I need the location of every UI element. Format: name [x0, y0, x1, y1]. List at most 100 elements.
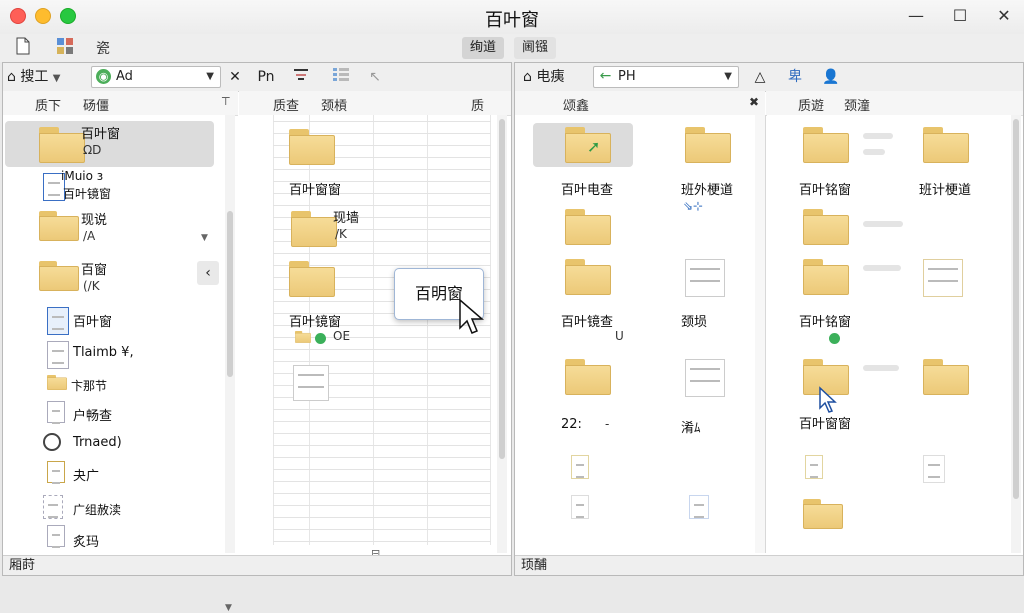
mid-scrollbar[interactable] [755, 115, 765, 553]
tree-item-name[interactable]: 百叶窗 [73, 311, 112, 330]
document-icon [923, 455, 945, 483]
right-nav-label: 电痍 [536, 69, 565, 85]
tree-item-name[interactable]: Tlaimb ¥, [73, 345, 134, 360]
folder-icon [39, 127, 85, 163]
file-name[interactable]: 现墙 [333, 207, 359, 226]
tree-item-name[interactable]: 户畅查 [73, 405, 112, 424]
file-name[interactable]: 百叶镜窗 [289, 311, 341, 330]
blind-slat [273, 121, 491, 122]
icon-label[interactable]: 淆ﾑ [681, 417, 701, 436]
left-nav-label: 搜工 [20, 69, 49, 85]
toolbar-text[interactable]: 瓷 [96, 38, 110, 58]
folder-icon [803, 209, 849, 245]
column-divider [765, 115, 766, 553]
new-file-icon[interactable] [12, 37, 34, 59]
tree-item-name[interactable]: iMuio з [61, 169, 103, 183]
tree-item-name[interactable]: 广组赦渎 [73, 501, 121, 518]
tree-scrollbar[interactable] [225, 115, 235, 553]
triangle-icon[interactable]: △ [751, 66, 769, 88]
icon-label[interactable]: 百叶镜查 [561, 311, 613, 330]
left-pane-toolbar: ⌂ 搜工 ▼ ◉ Ad ▼ ✕ Pn ↖ [3, 63, 511, 92]
tab-first[interactable]: 绚道 [462, 37, 505, 59]
blind-slat [273, 445, 491, 446]
close-column-icon[interactable]: ✖ [749, 95, 759, 109]
collapse-arrow-icon[interactable]: ‹ [197, 261, 219, 285]
blind-slat [273, 169, 491, 170]
header-col2[interactable]: 质遊 [798, 95, 824, 114]
header-col4[interactable]: 颈槓 [321, 95, 347, 114]
folder-icon [291, 211, 337, 247]
right-btn-b[interactable]: 卑 [783, 66, 807, 88]
tree-item-name[interactable]: Trnaed) [73, 435, 122, 450]
blurred-text [863, 265, 901, 271]
folder-icon [803, 499, 843, 529]
cursor-icon [459, 298, 485, 334]
maximize-icon[interactable]: ☐ [948, 5, 972, 27]
icon-grid-mid: ➚ 百叶电查 班外梗道 ⇘⊹ 百叶镜查 U 颈埙 22: - 淆ﾑ [515, 115, 755, 553]
blind-slat [273, 505, 491, 506]
icon-label[interactable]: 颈埙 [681, 311, 707, 330]
right-nav-button[interactable]: ⌂ 电痍 [523, 66, 587, 88]
pin-icon[interactable]: ⊤ [221, 95, 231, 108]
blind-slat [273, 517, 491, 518]
folder-icon [803, 259, 849, 295]
tree-item-name[interactable]: 炙玛 [73, 531, 99, 550]
tree-item-name[interactable]: 百窗 [81, 259, 107, 278]
tree-item-name[interactable]: 现说 [81, 209, 107, 228]
right-address-field[interactable]: ← РΗ ▼ [593, 66, 739, 88]
list-view-icon[interactable] [329, 66, 353, 88]
blurred-text [863, 133, 893, 139]
folder-icon [289, 129, 335, 165]
scroll-thumb[interactable] [1013, 119, 1019, 499]
back-arrow-icon[interactable]: ↖ [365, 66, 385, 88]
header-col1[interactable]: 颂鑫 [563, 95, 589, 114]
left-nav-button[interactable]: ⌂ 搜工 ▼ [7, 66, 73, 88]
tree-item-name[interactable]: 夬广 [73, 465, 99, 484]
document-icon [805, 455, 823, 479]
dropdown-icon[interactable]: ▼ [724, 67, 732, 87]
close-icon[interactable]: ✕ [992, 5, 1016, 27]
folder-icon [803, 127, 849, 163]
minimize-icon[interactable]: — [904, 5, 928, 27]
globe-icon: ◉ [96, 69, 111, 84]
tab-second[interactable]: 阃镪 [514, 37, 557, 59]
header-col1[interactable]: 质下 [35, 95, 61, 114]
folder-icon [565, 259, 611, 295]
header-col2[interactable]: 砀僵 [83, 95, 109, 114]
left-btn-a[interactable]: Pn [253, 66, 279, 88]
tree-item-sub: ΩD [83, 143, 102, 157]
tree-item-name[interactable]: 卞那节 [71, 377, 107, 394]
icon-label[interactable]: 22: [561, 417, 582, 432]
blind-slat [273, 541, 491, 542]
sort-icon[interactable] [289, 66, 313, 88]
scroll-thumb[interactable] [499, 119, 505, 459]
icon-label[interactable]: 百叶铭窗 [799, 179, 851, 198]
header-col3[interactable]: 颈潼 [844, 95, 870, 114]
clear-icon[interactable]: ✕ [225, 66, 245, 88]
tools-icon[interactable] [54, 37, 76, 59]
dropdown-icon[interactable]: ▼ [206, 67, 214, 87]
window-title: 百叶窗 [485, 10, 539, 31]
icon-label[interactable]: 班计梗道 [919, 179, 971, 198]
blind-slat [273, 469, 491, 470]
scroll-down-icon[interactable]: ▼ [225, 603, 232, 613]
right-scrollbar[interactable] [1011, 115, 1021, 553]
header-col5[interactable]: 质 [471, 95, 484, 114]
tree-item-name[interactable]: 百叶窗 [81, 123, 120, 142]
file-name[interactable]: 百叶窗窗 [289, 179, 341, 198]
document-icon [47, 307, 69, 335]
icon-label[interactable]: 百叶铭窗 [799, 311, 851, 330]
left-address-field[interactable]: ◉ Ad ▼ [91, 66, 221, 88]
blind-slat [273, 493, 491, 494]
right-mid-header: 颂鑫 ✖ [515, 91, 765, 116]
icon-label[interactable]: 百叶电查 [561, 179, 613, 198]
user-icon[interactable]: 👤 [819, 66, 843, 88]
scroll-thumb[interactable] [227, 211, 233, 377]
tree-item-sub: (/K [83, 279, 100, 293]
header-col3[interactable]: 质查 [273, 95, 299, 114]
document-icon [923, 259, 963, 297]
icon-label[interactable]: 班外梗道 [681, 179, 733, 198]
blind-slat [273, 433, 491, 434]
scroll-down-icon[interactable]: ▼ [201, 233, 208, 243]
files-scrollbar[interactable] [497, 115, 507, 553]
